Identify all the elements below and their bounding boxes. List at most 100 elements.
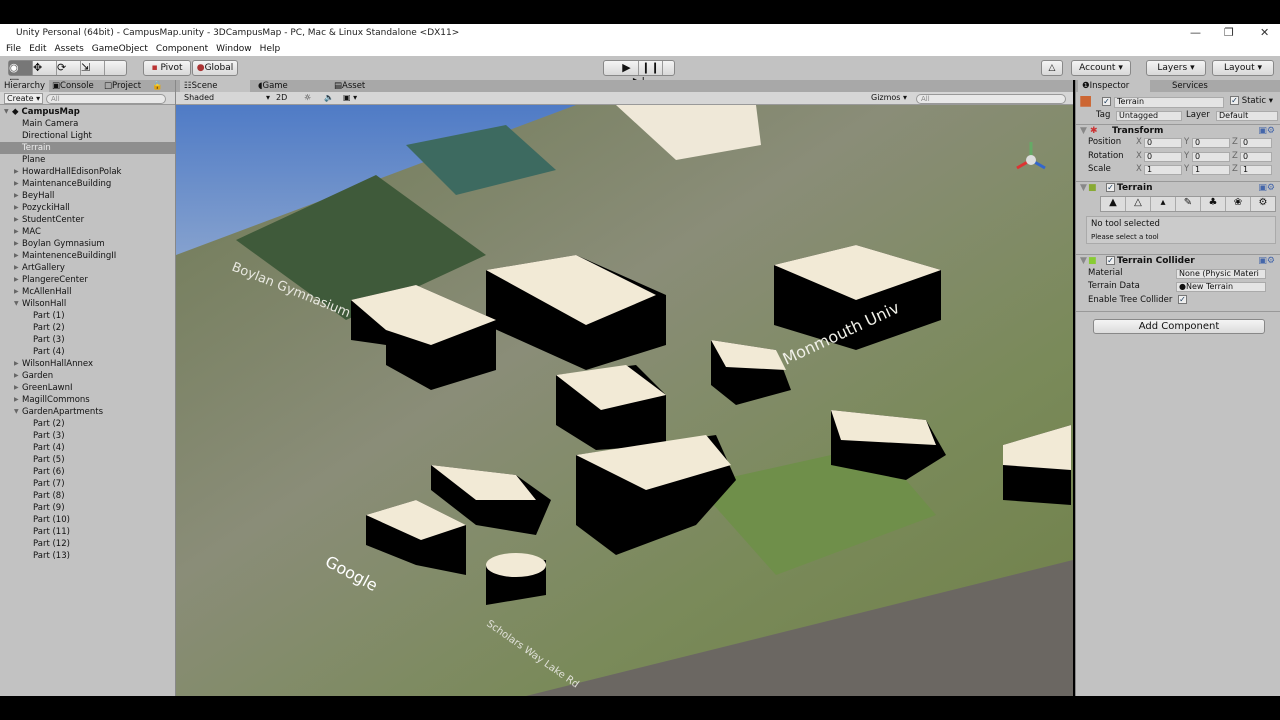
layout-dropdown[interactable]: Layout ▾	[1212, 60, 1274, 76]
expander-arrow-icon[interactable]: ▶	[14, 178, 19, 190]
global-button[interactable]: ●Global	[192, 60, 238, 76]
tab-inspector[interactable]: ❶ Inspector	[1078, 80, 1150, 92]
scene-viewport[interactable]: Boylan Gymnasium Google Scholars Way Lak…	[176, 105, 1073, 696]
hierarchy-item[interactable]: ▶ PlangereCenter	[0, 274, 175, 286]
hierarchy-item[interactable]: ▶ PozyckiHall	[0, 202, 175, 214]
menu-component[interactable]: Component	[156, 44, 208, 54]
hierarchy-item[interactable]: ▼ GardenApartments	[0, 406, 175, 418]
hierarchy-item[interactable]: ▶ Garden	[0, 370, 175, 382]
hierarchy-item[interactable]: ▶ McAllenHall	[0, 286, 175, 298]
account-dropdown[interactable]: Account ▾	[1071, 60, 1131, 76]
scale-tool-icon[interactable]: ⇲	[81, 61, 105, 75]
hierarchy-item[interactable]: ▶ ArtGallery	[0, 262, 175, 274]
tab-hierarchy[interactable]: Hierarchy	[0, 80, 50, 92]
hierarchy-item[interactable]: Terrain	[0, 142, 175, 154]
hierarchy-item[interactable]: ▶ StudentCenter	[0, 214, 175, 226]
transform-y-field[interactable]: 0	[1192, 151, 1230, 162]
expander-arrow-icon[interactable]: ▶	[14, 238, 19, 250]
place-trees-icon[interactable]: ♣	[1201, 197, 1226, 211]
menu-assets[interactable]: Assets	[55, 44, 84, 54]
hierarchy-item[interactable]: ▶ HowardHallEdisonPolak	[0, 166, 175, 178]
expander-arrow-icon[interactable]: ▶	[14, 190, 19, 202]
tab-services[interactable]: Services	[1172, 80, 1208, 92]
pivot-button[interactable]: ▪ Pivot	[143, 60, 191, 76]
tab-asset-store[interactable]: ▤ Asset Store	[334, 80, 365, 103]
terrain-settings-icon[interactable]: ⚙	[1251, 197, 1275, 211]
terrain-collider-header[interactable]: ▼ ■ ✓ Terrain Collider ▣⚙	[1076, 254, 1280, 267]
hierarchy-item[interactable]: Part (3)	[0, 430, 175, 442]
lighting-icon[interactable]: ☼	[304, 92, 311, 104]
restore-icon[interactable]: ❐	[1224, 24, 1234, 42]
menu-edit[interactable]: Edit	[29, 44, 46, 54]
layer-dropdown[interactable]: Default	[1216, 111, 1278, 121]
tab-game[interactable]: ◖ Game	[258, 80, 288, 92]
gizmos-dropdown[interactable]: Gizmos ▾	[871, 92, 907, 104]
collider-enabled-checkbox[interactable]: ✓	[1106, 256, 1115, 265]
tab-scene[interactable]: ☷ Scene	[180, 80, 250, 92]
hierarchy-item[interactable]: Part (13)	[0, 550, 175, 562]
hierarchy-item[interactable]: ▶ WilsonHallAnnex	[0, 358, 175, 370]
menu-window[interactable]: Window	[216, 44, 252, 54]
hierarchy-item[interactable]: ▶ MaintenenceBuildingII	[0, 250, 175, 262]
expander-arrow-icon[interactable]: ▶	[14, 262, 19, 274]
tab-project[interactable]: □ Project	[104, 80, 141, 92]
expander-arrow-icon[interactable]: ▶	[14, 370, 19, 382]
expander-arrow-icon[interactable]: ▶	[14, 382, 19, 394]
gear-icon[interactable]: ▣⚙	[1258, 125, 1275, 138]
hierarchy-item[interactable]: Part (4)	[0, 346, 175, 358]
create-dropdown[interactable]: Create ▾	[4, 93, 44, 104]
add-component-button[interactable]: Add Component	[1093, 319, 1265, 334]
transform-z-field[interactable]: 0	[1240, 151, 1272, 162]
expander-arrow-icon[interactable]: ▶	[14, 202, 19, 214]
expander-arrow-icon[interactable]: ▶	[14, 274, 19, 286]
shading-dropdown[interactable]: Shaded ▾	[184, 92, 270, 104]
transform-header[interactable]: ▼ ✱ Transform ▣⚙	[1076, 124, 1280, 137]
menu-file[interactable]: File	[6, 44, 21, 54]
expander-arrow-icon[interactable]: ▶	[14, 226, 19, 238]
hierarchy-item[interactable]: ▶ BeyHall	[0, 190, 175, 202]
paint-details-icon[interactable]: ❀	[1226, 197, 1251, 211]
scene-search[interactable]: All	[916, 94, 1066, 104]
hierarchy-item[interactable]: ▼ WilsonHall	[0, 298, 175, 310]
expander-arrow-icon[interactable]: ▼	[14, 406, 19, 418]
view-tool-eye-icon[interactable]: ◉	[9, 61, 33, 75]
2d-toggle[interactable]: 2D	[276, 92, 287, 104]
hierarchy-item[interactable]: Part (4)	[0, 442, 175, 454]
terrain-data-field[interactable]: ●New Terrain	[1176, 282, 1266, 292]
transform-y-field[interactable]: 1	[1192, 165, 1230, 175]
transform-x-field[interactable]: 0	[1144, 151, 1182, 162]
hierarchy-item[interactable]: Part (2)	[0, 322, 175, 334]
transform-z-field[interactable]: 1	[1240, 165, 1272, 175]
layers-dropdown[interactable]: Layers ▾	[1146, 60, 1206, 76]
hierarchy-item[interactable]: ▶ MaintenanceBuilding	[0, 178, 175, 190]
expander-arrow-icon[interactable]: ▶	[14, 358, 19, 370]
hierarchy-item[interactable]: Part (9)	[0, 502, 175, 514]
expander-arrow-icon[interactable]: ▼	[14, 298, 19, 310]
hierarchy-item[interactable]: ▶ MAC	[0, 226, 175, 238]
hierarchy-item[interactable]: Part (7)	[0, 478, 175, 490]
smooth-height-icon[interactable]: ▴	[1151, 197, 1176, 211]
hierarchy-item[interactable]: Part (10)	[0, 514, 175, 526]
hierarchy-item[interactable]: Part (8)	[0, 490, 175, 502]
expander-arrow-icon[interactable]: ▶	[14, 166, 19, 178]
paint-texture-icon[interactable]: ✎	[1176, 197, 1201, 211]
paint-height-icon[interactable]: △	[1126, 197, 1151, 211]
hierarchy-item[interactable]: Part (6)	[0, 466, 175, 478]
effects-icon[interactable]: ▣ ▾	[343, 92, 357, 104]
raise-terrain-icon[interactable]: ▲	[1101, 197, 1126, 211]
active-checkbox[interactable]: ✓	[1102, 97, 1111, 108]
play-icon[interactable]: ▶	[615, 61, 639, 75]
transform-y-field[interactable]: 0	[1192, 138, 1230, 148]
lock-icon[interactable]: 🔒	[152, 80, 163, 92]
hierarchy-item[interactable]: Part (5)	[0, 454, 175, 466]
hierarchy-search[interactable]: All	[46, 94, 166, 104]
terrain-enabled-checkbox[interactable]: ✓	[1106, 183, 1115, 192]
transform-x-field[interactable]: 0	[1144, 138, 1182, 148]
move-tool-icon[interactable]: ✥	[33, 61, 57, 75]
tab-console[interactable]: ▣ Console	[52, 80, 94, 92]
tree-collider-checkbox[interactable]: ✓	[1178, 295, 1187, 306]
hierarchy-item[interactable]: ▶ MagillCommons	[0, 394, 175, 406]
minimize-icon[interactable]: —	[1190, 24, 1201, 42]
material-field[interactable]: None (Physic Materi	[1176, 269, 1266, 279]
hierarchy-item[interactable]: Main Camera	[0, 118, 175, 130]
